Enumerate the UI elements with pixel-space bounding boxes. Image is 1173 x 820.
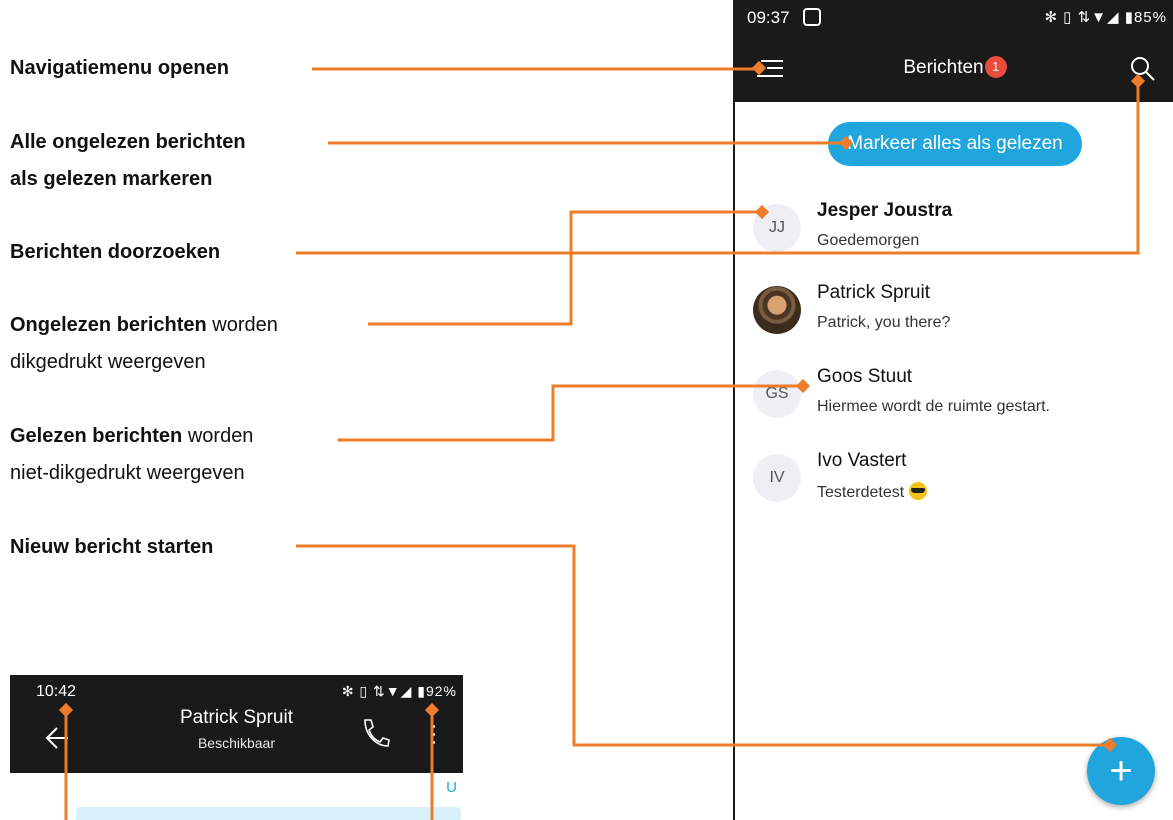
connector-unread — [368, 210, 760, 326]
conversation-name: Jesper Joustra — [817, 200, 953, 221]
annotation-read-normal: Gelezen berichten worden — [10, 420, 253, 452]
messages-screen: 09:37 ✻ ▯ ⇅▼◢ ▮85% Berichten 1 Markeer al… — [733, 0, 1173, 820]
annotation-bold: Ongelezen berichten — [10, 314, 207, 336]
annotation-bold: Gelezen berichten — [10, 425, 183, 447]
conversation-item[interactable]: IV Ivo Vastert Testerdetest — [735, 450, 1173, 520]
annotation-mark-all-read-line2: als gelezen markeren — [10, 163, 212, 195]
annotation-text: worden — [206, 314, 278, 336]
annotation-text: niet-dikgedrukt weergeven — [10, 462, 245, 484]
app-bar: Berichten 1 — [735, 36, 1173, 102]
annotation-bold: als gelezen markeren — [10, 168, 213, 190]
conversation-name: Ivo Vastert — [817, 450, 907, 471]
conversation-preview: Goedemorgen — [817, 232, 920, 249]
status-icons: ✻ ▯ ⇅▼◢ ▮92% — [341, 683, 457, 699]
status-bar: 09:37 ✻ ▯ ⇅▼◢ ▮85% — [735, 0, 1173, 36]
chat-screen: 10:42 ✻ ▯ ⇅▼◢ ▮92% Patrick Spruit Beschi… — [10, 675, 463, 820]
annotation-unread-bold: Ongelezen berichten worden — [10, 309, 278, 341]
conversation-name: Patrick Spruit — [817, 282, 930, 303]
phone-call-icon[interactable] — [360, 717, 390, 749]
annotation-text: dikgedrukt weergeven — [10, 351, 206, 373]
status-time: 10:42 — [36, 683, 77, 700]
new-message-button[interactable]: + — [1087, 737, 1155, 805]
conversation-preview: Patrick, you there? — [817, 314, 951, 331]
conversation-preview-text: Testerdetest — [817, 484, 905, 501]
page-title: Berichten 1 — [735, 56, 1173, 79]
annotation-bold: Nieuw bericht starten — [10, 536, 214, 558]
conversation-preview: Hiermee wordt de ruimte gestart. — [817, 398, 1050, 415]
sunglasses-emoji-icon — [908, 482, 927, 500]
chat-contact-name: Patrick Spruit — [180, 707, 293, 728]
annotation-read-normal-line2: niet-dikgedrukt weergeven — [10, 457, 245, 489]
search-icon[interactable] — [1127, 54, 1157, 84]
conversation-preview: Testerdetest — [817, 482, 927, 502]
conversation-name: Goos Stuut — [817, 366, 913, 387]
page-title-text: Berichten — [903, 57, 984, 78]
annotation-bold: Alle ongelezen berichten — [10, 131, 246, 153]
avatar: JJ — [753, 204, 801, 252]
chat-area: U — [10, 773, 463, 820]
status-time: 09:37 — [747, 8, 790, 27]
avatar: GS — [753, 370, 801, 418]
unread-badge: 1 — [984, 56, 1007, 78]
conversation-item[interactable]: Patrick Spruit Patrick, you there? — [735, 282, 1173, 352]
avatar: IV — [753, 454, 801, 502]
mark-all-read-button[interactable]: Markeer alles als gelezen — [828, 122, 1082, 166]
notification-icon — [803, 8, 821, 26]
annotation-mark-all-read: Alle ongelezen berichten — [10, 126, 246, 158]
more-options-icon[interactable] — [430, 725, 436, 747]
avatar — [753, 286, 801, 334]
chat-partial-text: U — [446, 779, 457, 796]
conversation-item[interactable]: GS Goos Stuut Hiermee wordt de ruimte ge… — [735, 366, 1173, 436]
chat-contact-status: Beschikbaar — [197, 735, 276, 751]
annotation-navigation-menu: Navigatiemenu openen — [10, 52, 229, 84]
annotation-new-message: Nieuw bericht starten — [10, 531, 213, 563]
annotation-unread-bold-line2: dikgedrukt weergeven — [10, 346, 206, 378]
annotation-bold: Navigatiemenu openen — [10, 57, 229, 79]
conversation-item[interactable]: JJ Jesper Joustra Goedemorgen — [735, 200, 1173, 270]
annotation-text: worden — [182, 425, 254, 447]
chat-bubble — [76, 807, 461, 820]
status-icons: ✻ ▯ ⇅▼◢ ▮85% — [1044, 9, 1167, 26]
annotation-search-messages: Berichten doorzoeken — [10, 236, 220, 268]
annotation-bold: Berichten doorzoeken — [10, 241, 221, 263]
